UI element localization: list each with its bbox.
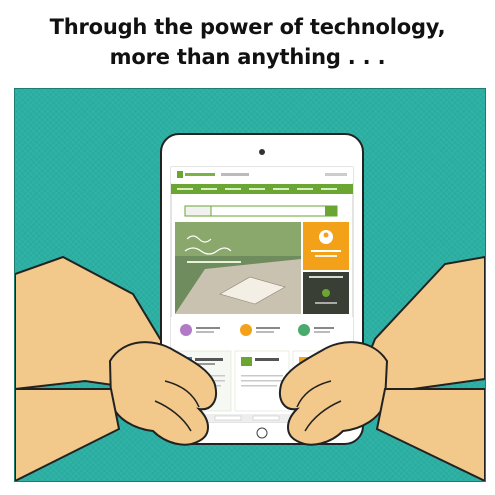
- illustration: [15, 133, 485, 481]
- caption-line-2: more than anything . . .: [109, 45, 386, 69]
- comic-caption: Through the power of technology, more th…: [0, 12, 495, 72]
- caption-line-1: Through the power of technology,: [49, 15, 446, 39]
- site-orange-panel: [303, 222, 349, 270]
- comic-panel: [14, 88, 486, 482]
- camera-icon: [259, 149, 265, 155]
- site-service-row: [171, 317, 353, 347]
- home-button-icon: [256, 427, 268, 439]
